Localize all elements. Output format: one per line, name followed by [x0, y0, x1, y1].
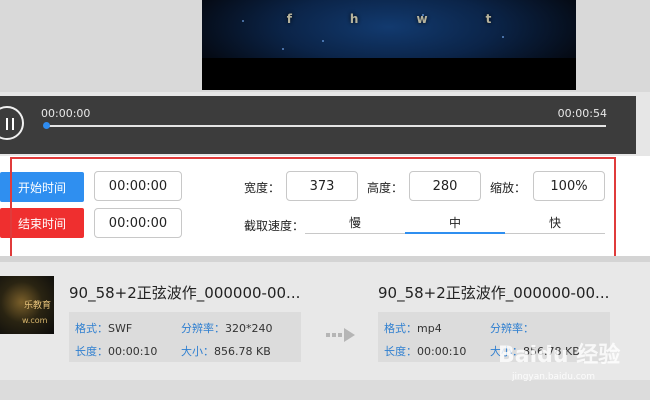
- sparkle: [422, 14, 424, 16]
- video-letterbox: [202, 58, 576, 90]
- duration-key: 长度：: [75, 345, 108, 358]
- list-footer: [0, 380, 650, 400]
- source-file-name: 90_58+2正弦波作_000000-00...: [69, 284, 301, 302]
- format-value: SWF: [108, 322, 133, 335]
- player-controls: 00:00:00 00:00:54: [0, 96, 636, 154]
- size-key: 大小：: [181, 345, 214, 358]
- source-file-info: 格式：SWF 分辨率：320*240 长度：00:00:10 大小：856.78…: [69, 312, 301, 362]
- video-letter: f: [286, 12, 292, 26]
- current-time: 00:00:00: [41, 107, 91, 120]
- baidu-watermark-url: jingyan.baidu.com: [512, 372, 596, 382]
- progress-thumb[interactable]: [43, 122, 50, 129]
- format-key: 格式：: [384, 322, 417, 335]
- duration-key: 长度：: [384, 345, 417, 358]
- video-preview[interactable]: f h w t: [202, 0, 576, 90]
- thumbnail-text: w.com: [22, 316, 48, 325]
- baidu-watermark: Baidu 经验: [498, 343, 621, 368]
- sparkle: [322, 40, 324, 42]
- highlight-box: [10, 157, 616, 259]
- resolution-key: 分辨率：: [181, 322, 225, 335]
- total-time: 00:00:54: [557, 107, 607, 120]
- thumbnail-text: 乐教育: [24, 301, 52, 311]
- sparkle: [282, 48, 284, 50]
- convert-arrow-icon: [326, 328, 355, 342]
- video-letters: f h w t: [202, 12, 576, 26]
- format-key: 格式：: [75, 322, 108, 335]
- video-letter: h: [349, 12, 359, 26]
- resolution-value: 320*240: [225, 322, 273, 335]
- file-thumbnail: 乐教育 w.com: [0, 276, 54, 334]
- sparkle: [502, 36, 504, 38]
- pause-icon: [12, 118, 14, 130]
- resolution-key: 分辨率：: [490, 322, 534, 335]
- duration-value: 00:00:10: [417, 345, 467, 358]
- output-file-name: 90_58+2正弦波作_000000-00...: [378, 284, 610, 302]
- pause-icon: [6, 118, 8, 130]
- video-letter: t: [485, 12, 492, 26]
- progress-track[interactable]: [46, 125, 606, 127]
- format-value: mp4: [417, 322, 442, 335]
- pause-button[interactable]: [0, 106, 24, 140]
- duration-value: 00:00:10: [108, 345, 158, 358]
- size-value: 856.78 KB: [214, 345, 271, 358]
- sparkle: [242, 20, 244, 22]
